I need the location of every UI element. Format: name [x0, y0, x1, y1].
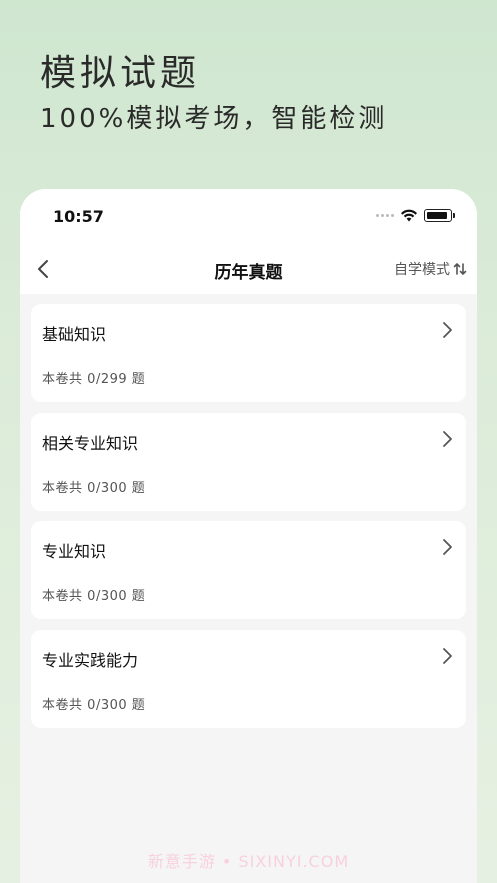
chevron-right-icon: [443, 430, 452, 447]
count-prefix: 本卷共: [42, 372, 83, 387]
count-total: 300: [100, 697, 128, 713]
count-total: 300: [100, 480, 128, 496]
status-time: 10:57: [53, 207, 104, 226]
status-icons: [376, 209, 455, 222]
paper-count: 本卷共 0/300 题: [42, 697, 146, 713]
chevron-right-icon: [443, 647, 452, 664]
battery-icon: [424, 209, 452, 222]
count-unit: 题: [131, 372, 146, 387]
count-done: 0: [87, 372, 96, 387]
phone-screen: 10:57 历年真题 自学模式 基础知识 本卷共 0/299 题 相关专业知识 …: [20, 189, 477, 883]
paper-card-basic-knowledge[interactable]: 基础知识 本卷共 0/299 题: [31, 304, 466, 402]
study-mode-label: 自学模式: [394, 262, 450, 278]
wifi-icon: [401, 209, 417, 222]
watermark: 新意手游 • SIXINYI.COM: [147, 852, 350, 871]
count-total: 300: [100, 589, 128, 604]
count-unit: 题: [131, 589, 146, 604]
paper-title: 基础知识: [42, 325, 107, 344]
count-done: 0: [87, 589, 96, 604]
paper-card-professional-knowledge[interactable]: 专业知识 本卷共 0/300 题: [31, 521, 466, 619]
promo-header: 模拟试题 100%模拟考场，智能检测: [40, 52, 387, 136]
chevron-right-icon: [443, 539, 452, 555]
paper-count: 本卷共 0/300 题: [42, 589, 146, 604]
status-bar: 10:57: [20, 189, 477, 244]
nav-bar: 历年真题 自学模式: [20, 244, 477, 294]
paper-card-related-knowledge[interactable]: 相关专业知识 本卷共 0/300 题: [31, 412, 466, 511]
promo-title: 模拟试题: [40, 53, 201, 94]
battery-tip: [453, 213, 455, 218]
count-done: 0: [87, 480, 96, 496]
sort-arrows-icon: [453, 263, 467, 275]
paper-title: 专业知识: [42, 542, 107, 561]
count-unit: 题: [131, 480, 146, 496]
count-done: 0: [87, 697, 96, 713]
chevron-right-icon: [443, 322, 452, 338]
paper-count: 本卷共 0/299 题: [42, 372, 146, 387]
count-prefix: 本卷共: [42, 697, 83, 713]
paper-list: 基础知识 本卷共 0/299 题 相关专业知识 本卷共 0/300 题 专业知识: [31, 304, 466, 738]
count-total: 299: [100, 372, 128, 387]
count-prefix: 本卷共: [42, 589, 83, 604]
paper-count: 本卷共 0/300 题: [42, 480, 146, 496]
paper-title: 专业实践能力: [42, 650, 139, 670]
promo-subtitle: 100%模拟考场，智能检测: [40, 104, 388, 134]
paper-title: 相关专业知识: [42, 433, 139, 453]
paper-card-professional-practice[interactable]: 专业实践能力 本卷共 0/300 题: [31, 629, 466, 728]
count-prefix: 本卷共: [42, 480, 83, 496]
signal-icon: [376, 214, 394, 217]
study-mode-button[interactable]: 自学模式: [394, 259, 467, 279]
count-unit: 题: [131, 697, 146, 713]
